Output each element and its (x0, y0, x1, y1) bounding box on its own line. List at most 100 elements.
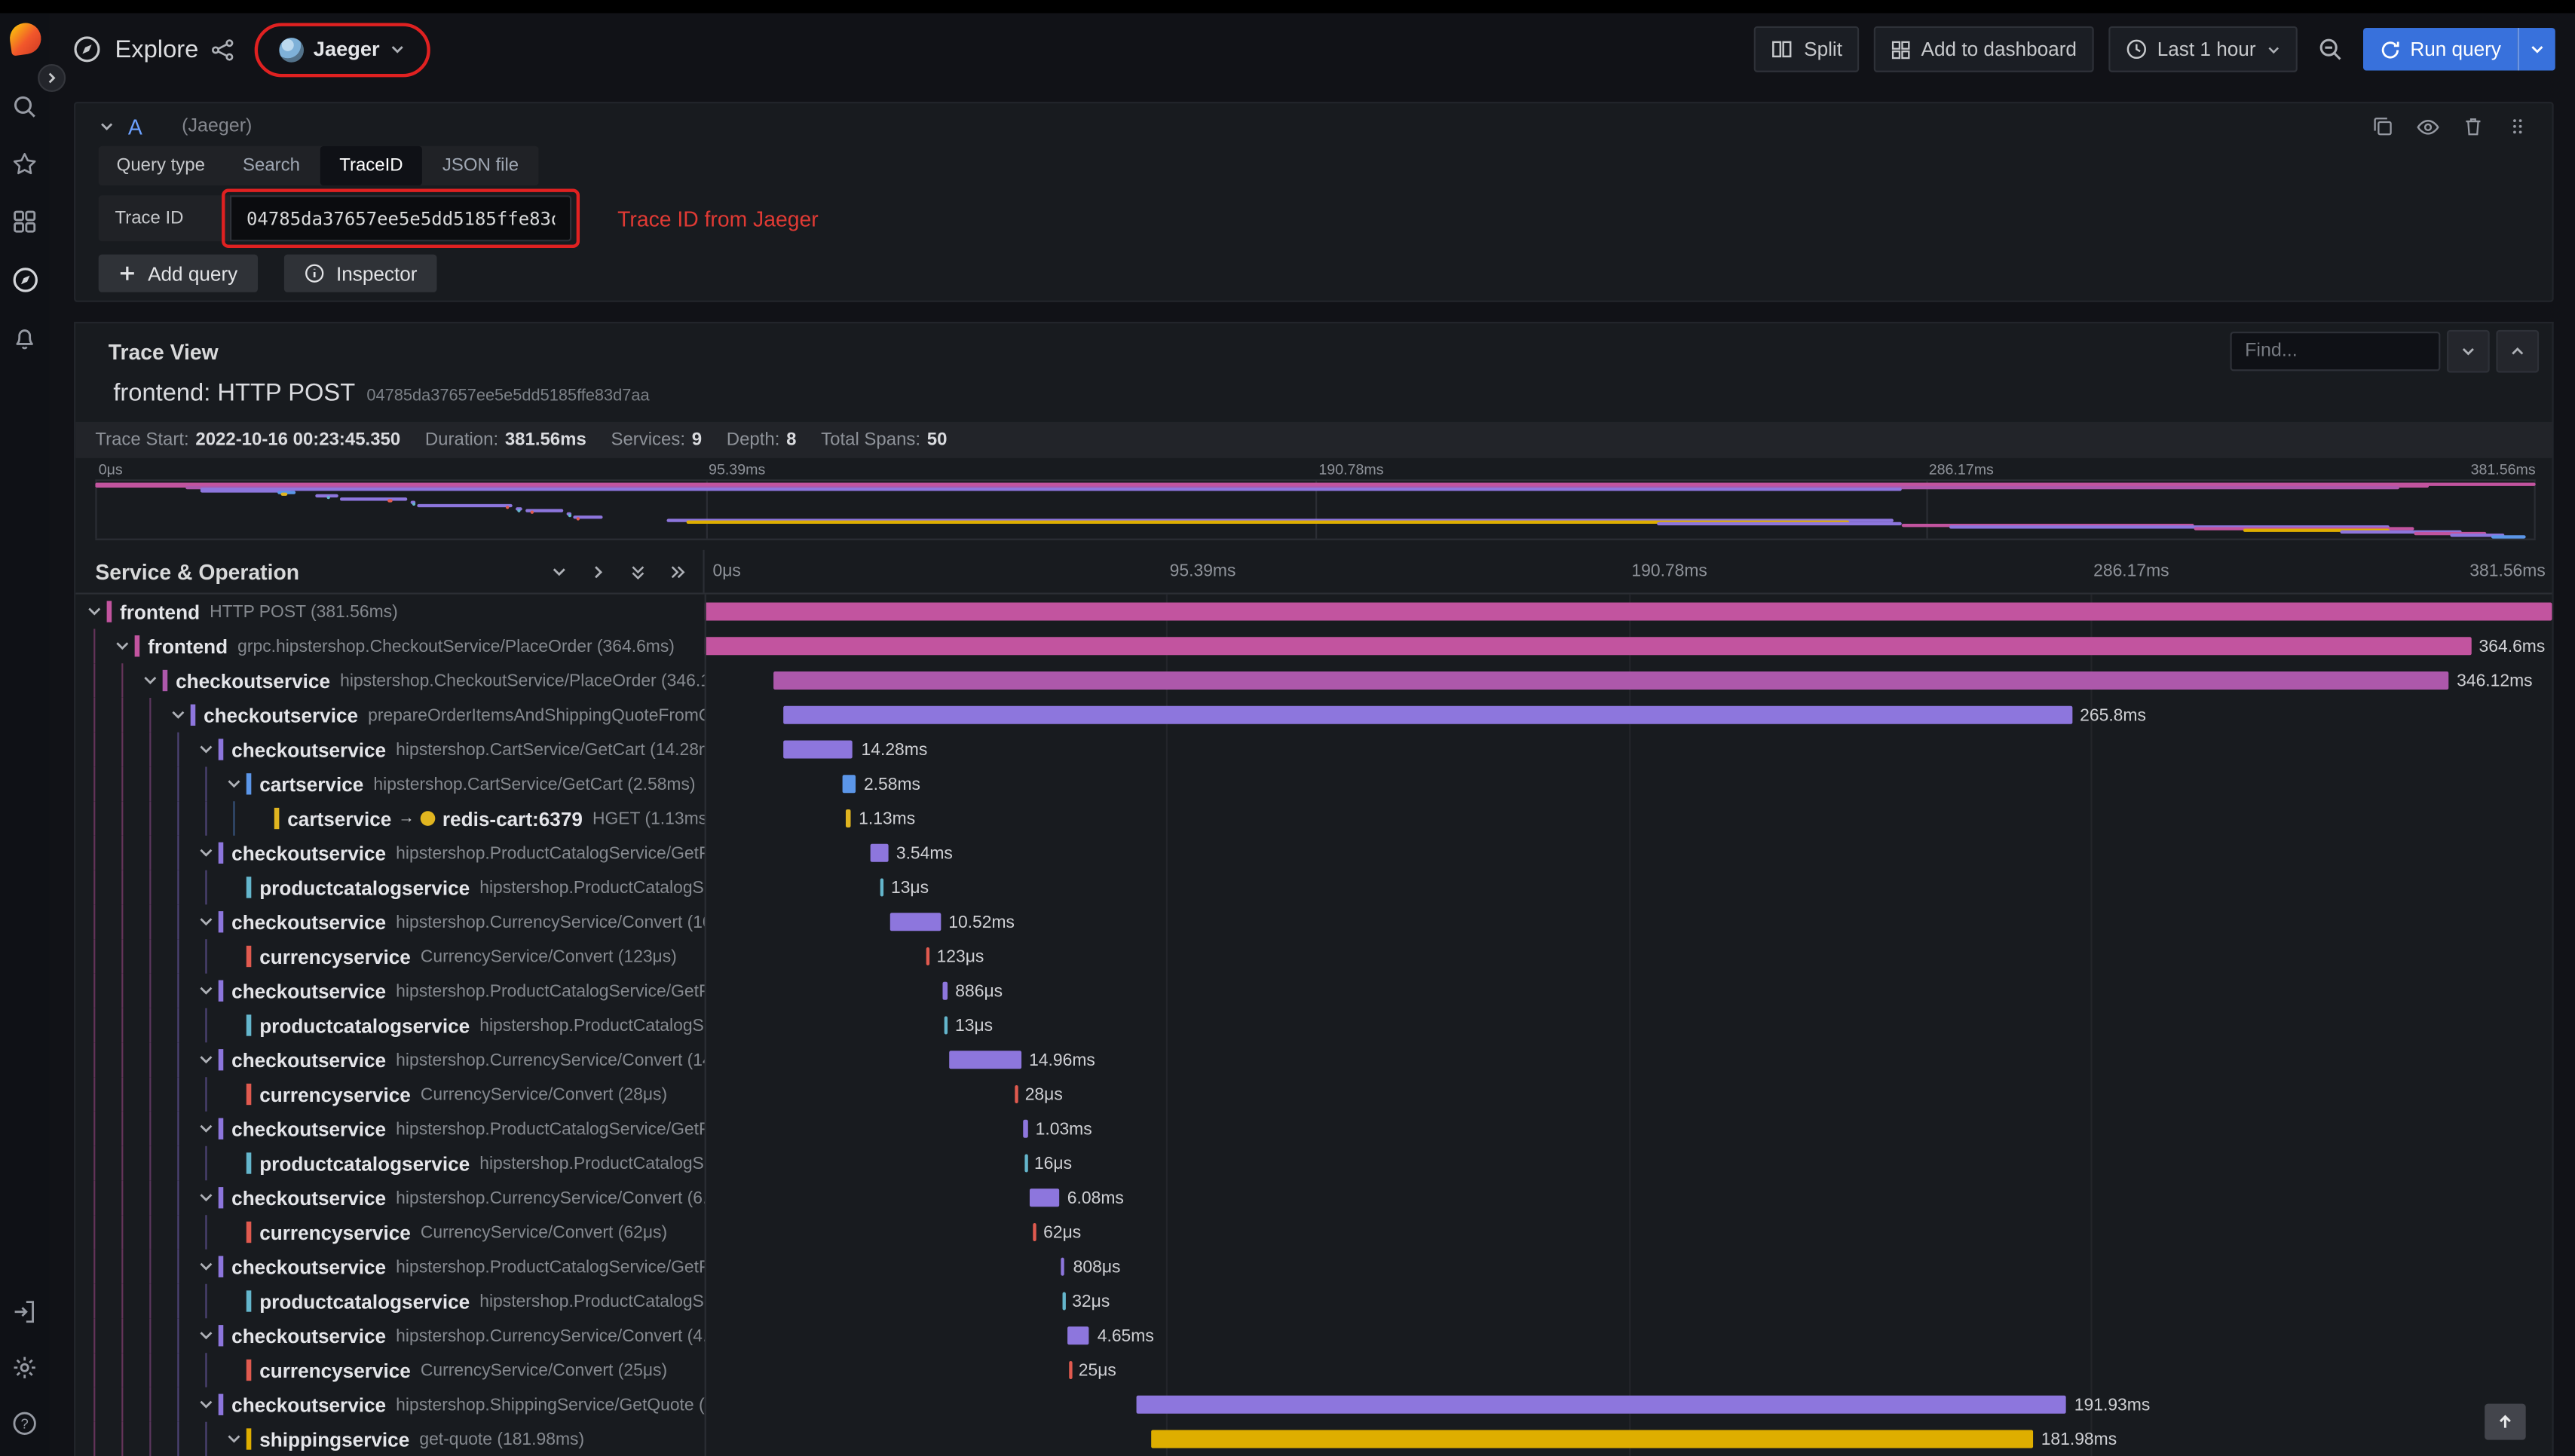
span-row[interactable]: cartservice hipstershop.CartService/GetCa… (75, 766, 2552, 802)
span-bar[interactable] (1024, 1154, 1027, 1173)
explore-icon[interactable] (11, 266, 38, 294)
collapse-chevron-icon[interactable] (169, 706, 190, 724)
find-next-button[interactable] (2496, 329, 2540, 373)
collapse-chevron-icon[interactable] (197, 1120, 218, 1138)
duplicate-query-icon[interactable] (2371, 115, 2395, 138)
share-icon[interactable] (210, 37, 235, 62)
span-bar[interactable] (704, 602, 2552, 621)
span-row[interactable]: checkoutservice hipstershop.ProductCatalo… (75, 973, 2552, 1008)
sign-in-icon[interactable] (11, 1298, 38, 1325)
alerting-bell-icon[interactable] (11, 325, 38, 351)
run-query-dropdown[interactable] (2517, 28, 2555, 71)
span-row[interactable]: currencyservice CurrencyService/Convert (… (75, 939, 2552, 974)
span-bar[interactable] (1022, 1119, 1027, 1138)
span-bar[interactable] (1033, 1223, 1037, 1241)
collapse-query-chevron-icon[interactable] (99, 118, 115, 135)
span-row[interactable]: checkoutservice hipstershop.ProductCatalo… (75, 835, 2552, 870)
find-input[interactable] (2230, 332, 2441, 372)
span-row[interactable]: productcatalogservice hipstershop.Product… (75, 1008, 2552, 1043)
help-icon[interactable]: ? (11, 1410, 38, 1436)
hide-query-eye-icon[interactable] (2416, 114, 2441, 139)
collapse-chevron-icon[interactable] (197, 1051, 218, 1069)
collapse-chevron-icon[interactable] (197, 1258, 218, 1276)
span-row[interactable]: currencyservice CurrencyService/Convert (… (75, 1215, 2552, 1250)
star-icon[interactable] (11, 151, 38, 177)
dashboards-icon[interactable] (11, 209, 38, 235)
span-bar[interactable] (926, 947, 930, 965)
span-bar[interactable] (945, 1016, 948, 1035)
datasource-picker[interactable]: Jaeger (254, 22, 431, 77)
span-bar[interactable] (1151, 1430, 2033, 1448)
span-bar[interactable] (783, 705, 2072, 724)
span-row[interactable]: checkoutservice hipstershop.CurrencyServi… (75, 1180, 2552, 1216)
collapse-chevron-icon[interactable] (225, 1430, 246, 1448)
collapse-chevron-icon[interactable] (197, 1396, 218, 1414)
span-bar[interactable] (773, 671, 2449, 690)
trace-minimap[interactable]: 0μs 95.39ms 190.78ms 286.17ms 381.56ms (75, 458, 2552, 550)
span-bar[interactable] (889, 913, 941, 931)
collapse-one-chevron-down-icon[interactable] (550, 562, 568, 580)
zoom-out-button[interactable] (2312, 36, 2348, 63)
run-query-main[interactable]: Run query (2362, 28, 2518, 71)
span-row[interactable]: checkoutservice hipstershop.ProductCatalo… (75, 1111, 2552, 1146)
query-type-tab-traceid[interactable]: TraceID (320, 145, 423, 186)
span-row[interactable]: productcatalogservice hipstershop.Product… (75, 1283, 2552, 1319)
minimap-plot[interactable] (95, 479, 2536, 540)
span-bar[interactable] (1068, 1361, 1072, 1379)
span-row[interactable]: productcatalogservice hipstershop.Product… (75, 1146, 2552, 1181)
collapse-chevron-icon[interactable] (197, 844, 218, 862)
span-row[interactable]: productcatalogservice hipstershop.Product… (75, 870, 2552, 905)
expand-one-chevron-right-icon[interactable] (589, 562, 608, 580)
span-row[interactable]: checkoutservice prepareOrderItemsAndShipp… (75, 697, 2552, 733)
collapse-chevron-icon[interactable] (141, 671, 162, 690)
scroll-to-top-button[interactable] (2485, 1403, 2526, 1440)
find-prev-button[interactable] (2447, 329, 2490, 373)
span-row[interactable]: checkoutservice hipstershop.CurrencyServi… (75, 1318, 2552, 1354)
settings-gear-icon[interactable] (11, 1354, 38, 1381)
span-bar[interactable] (704, 637, 2471, 656)
span-bar[interactable] (843, 775, 856, 794)
collapse-chevron-icon[interactable] (85, 603, 106, 621)
remove-query-trash-icon[interactable] (2462, 115, 2485, 138)
span-row[interactable]: frontend grpc.hipstershop.CheckoutService… (75, 629, 2552, 664)
span-bar[interactable] (1029, 1188, 1059, 1207)
collapse-chevron-icon[interactable] (113, 637, 134, 655)
query-type-tab-search[interactable]: Search (223, 146, 320, 185)
add-to-dashboard-button[interactable]: Add to dashboard (1873, 26, 2093, 72)
collapse-chevron-icon[interactable] (225, 775, 246, 793)
span-row[interactable]: checkoutservice hipstershop.CartService/G… (75, 732, 2552, 767)
collapse-chevron-icon[interactable] (197, 982, 218, 1000)
span-row[interactable]: checkoutservice hipstershop.ShippingServi… (75, 1387, 2552, 1422)
span-bar[interactable] (942, 981, 948, 1000)
collapse-chevron-icon[interactable] (197, 1188, 218, 1207)
span-row[interactable]: currencyservice CurrencyService/Convert (… (75, 1077, 2552, 1112)
span-bar[interactable] (1137, 1395, 2066, 1414)
collapse-chevron-icon[interactable] (197, 1326, 218, 1344)
span-row[interactable]: shippingservice get-quote (181.98ms) 181.9… (75, 1421, 2552, 1456)
span-bar[interactable] (948, 1051, 1021, 1069)
sidebar-expand-button[interactable] (38, 63, 66, 92)
expand-all-double-chevron-right-icon[interactable] (669, 562, 687, 580)
time-range-picker[interactable]: Last 1 hour (2108, 26, 2298, 72)
query-type-tab-json-file[interactable]: JSON file (423, 146, 539, 185)
span-bar[interactable] (880, 878, 883, 897)
grafana-logo[interactable] (7, 20, 43, 57)
span-row[interactable]: currencyservice CurrencyService/Convert (… (75, 1353, 2552, 1387)
split-button[interactable]: Split (1754, 26, 1859, 72)
span-row[interactable]: cartservice → redis-cart:6379 HGET (1.13ms)… (75, 801, 2552, 836)
span-row[interactable]: frontend HTTP POST (381.56ms) (75, 595, 2552, 629)
span-bar[interactable] (871, 843, 888, 862)
run-query-button[interactable]: Run query (2362, 28, 2555, 71)
collapse-all-double-chevron-down-icon[interactable] (629, 562, 647, 580)
span-bar[interactable] (1061, 1257, 1065, 1276)
collapse-chevron-icon[interactable] (197, 741, 218, 759)
span-bar[interactable] (1015, 1085, 1018, 1103)
drag-handle-icon[interactable] (2506, 115, 2529, 138)
span-bar[interactable] (783, 740, 853, 759)
search-icon[interactable] (11, 93, 38, 120)
span-row[interactable]: checkoutservice hipstershop.ProductCatalo… (75, 1249, 2552, 1284)
span-bar[interactable] (1066, 1326, 1089, 1345)
span-row[interactable]: checkoutservice hipstershop.CheckoutServi… (75, 663, 2552, 698)
inspector-button[interactable]: Inspector (283, 254, 437, 292)
trace-id-input[interactable] (229, 195, 572, 242)
